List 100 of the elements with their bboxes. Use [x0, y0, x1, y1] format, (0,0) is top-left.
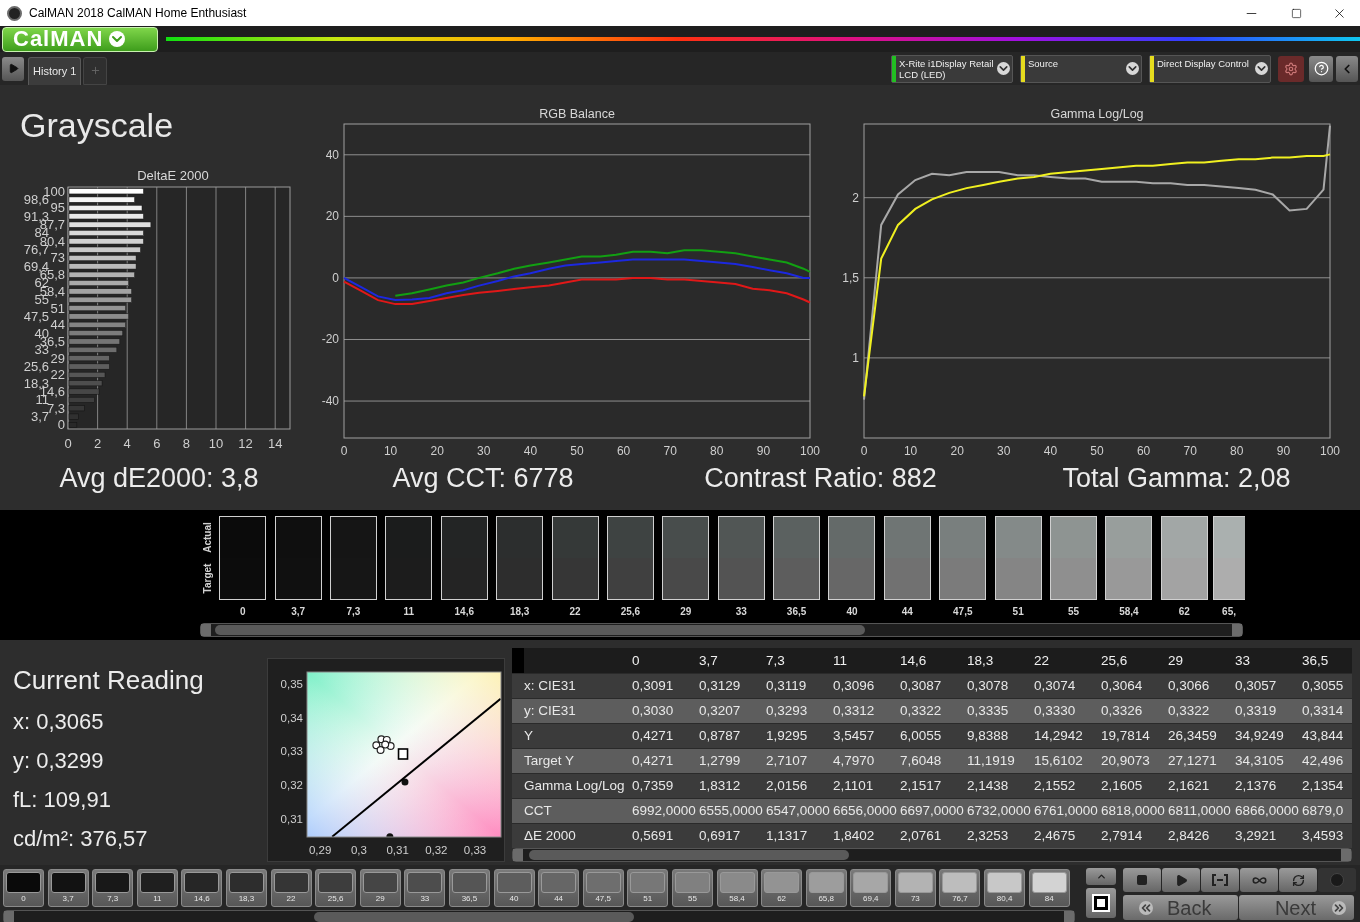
summary-stat: Contrast Ratio: 882 — [704, 462, 937, 495]
axis-label: 0,32 — [280, 778, 303, 791]
patch-button[interactable]: 76,7 — [939, 869, 981, 907]
column-header: 33 — [1235, 652, 1252, 670]
swatch-label: 7,3 — [346, 605, 361, 619]
table-cell-text: 1,9295 — [766, 727, 809, 745]
table-cell-text: 34,9249 — [1235, 727, 1285, 745]
axis-label: 0 — [332, 270, 339, 285]
patch-button[interactable]: 11 — [136, 869, 178, 907]
table-cell-text: 2,3253 — [967, 827, 1010, 845]
patch-button[interactable]: 80,4 — [984, 869, 1026, 907]
patch-button[interactable]: 18,3 — [225, 869, 267, 907]
swatch-label: 65, — [1222, 605, 1236, 619]
table-cell-text: 0,3055 — [1302, 677, 1345, 695]
axis-label: 14 — [267, 436, 283, 451]
axis-label: 6 — [153, 436, 161, 451]
dropdown-sublabel: LCD (LED) — [899, 68, 946, 80]
axis-label: 73 — [50, 250, 65, 266]
dropdown-label: Source — [1028, 57, 1060, 69]
table-cell-text: 6811,0000 — [1168, 802, 1232, 820]
reading-value: y: 0,3299 — [13, 747, 105, 775]
row-label: Gamma Log/Log — [524, 777, 626, 795]
table-cell-text: 0,3335 — [967, 702, 1010, 720]
swatch-label: 40 — [846, 605, 858, 619]
table-cell-text: 7,6048 — [900, 752, 943, 770]
table-cell-text: 6992,0000 — [632, 802, 697, 820]
column-header: 29 — [1168, 652, 1185, 670]
patch-button[interactable]: 73 — [894, 869, 936, 907]
patch-button[interactable]: 40 — [493, 869, 535, 907]
axis-label: 10 — [903, 444, 918, 458]
patch-button[interactable]: 47,5 — [582, 869, 624, 907]
table-cell-text: 2,1552 — [1034, 777, 1077, 795]
patch-button[interactable]: 69,4 — [850, 869, 892, 907]
axis-label: 30 — [477, 444, 491, 458]
swatch-label: 55 — [1068, 605, 1080, 619]
table-cell-text: 0,3087 — [900, 677, 943, 695]
table-cell-text: 0,3319 — [1235, 702, 1278, 720]
page-title: Grayscale — [20, 105, 175, 145]
axis-label: 30 — [997, 444, 1011, 458]
axis-label: 20 — [325, 209, 339, 224]
swatch-label: 18,3 — [509, 605, 530, 619]
table-cell-text: 43,844 — [1302, 727, 1345, 745]
target-label: Target — [201, 563, 214, 594]
table-cell-text: 0,3030 — [632, 702, 675, 720]
reading-title: Current Reading — [13, 664, 205, 696]
patch-button[interactable]: 84 — [1028, 869, 1070, 907]
reading-value: fL: 109,91 — [13, 786, 112, 814]
table-cell-text: 2,1376 — [1235, 777, 1278, 795]
table-cell-text: 0,3129 — [699, 677, 742, 695]
table-cell-text: 0,3314 — [1302, 702, 1345, 720]
axis-label: 0 — [860, 444, 868, 458]
patch-button[interactable]: 51 — [627, 869, 669, 907]
patch-button[interactable]: 33 — [404, 869, 446, 907]
table-cell-text: 3,2921 — [1235, 827, 1278, 845]
device-dropdown[interactable]: Source — [1020, 54, 1142, 83]
axis-label: 90 — [756, 444, 771, 458]
axis-label: 0,32 — [425, 844, 448, 856]
column-header: 22 — [1034, 652, 1051, 670]
row-label: Target Y — [524, 752, 576, 770]
axis-label: 20 — [430, 444, 444, 458]
patch-button[interactable]: 22 — [270, 869, 312, 907]
chart-title: RGB Balance — [539, 107, 615, 121]
table-cell-text: 26,3459 — [1168, 727, 1218, 745]
patch-button[interactable]: 29 — [359, 869, 401, 907]
table-cell-text: 15,6102 — [1034, 752, 1084, 770]
patch-button[interactable]: 62 — [761, 869, 803, 907]
table-cell-text: 4,7970 — [833, 752, 876, 770]
axis-label: 2 — [852, 190, 859, 205]
table-cell-text: 6,0055 — [900, 727, 943, 745]
table-cell-text: 0,3119 — [766, 677, 808, 695]
axis-label: 10 — [208, 436, 224, 451]
table-cell-text: 0,3322 — [1168, 702, 1211, 720]
patch-button[interactable]: 7,3 — [92, 869, 134, 907]
patch-button[interactable]: 3,7 — [47, 869, 89, 907]
table-cell-text: 0,3078 — [967, 677, 1010, 695]
axis-label: 0,31 — [280, 812, 303, 825]
axis-label: 0,34 — [280, 711, 303, 724]
patch-button[interactable]: 0 — [3, 869, 44, 907]
table-cell-text: 2,7914 — [1101, 827, 1144, 845]
table-cell-text: 2,4675 — [1034, 827, 1077, 845]
axis-label: 50 — [570, 444, 584, 458]
device-dropdown[interactable]: X-Rite i1Display Retail LCD (LED) — [891, 54, 1013, 83]
patch-button[interactable]: 65,8 — [805, 869, 847, 907]
table-cell-text: 6761,0000 — [1034, 802, 1099, 820]
patch-button[interactable]: 14,6 — [181, 869, 223, 907]
patch-button[interactable]: 44 — [538, 869, 580, 907]
history-tab[interactable]: History 1 — [28, 56, 82, 85]
table-cell-text: 2,0761 — [900, 827, 943, 845]
patch-button[interactable]: 58,4 — [716, 869, 758, 907]
axis-label: 90 — [1276, 444, 1291, 458]
patch-button[interactable]: 55 — [671, 869, 713, 907]
device-dropdown[interactable]: Direct Display Control — [1149, 54, 1271, 83]
patch-button[interactable]: 25,6 — [315, 869, 357, 907]
patch-button[interactable]: 36,5 — [448, 869, 490, 907]
table-cell-text: 1,1317 — [766, 827, 809, 845]
summary-stat: Avg dE2000: 3,8 — [59, 462, 259, 495]
table-cell-text: 0,3293 — [766, 702, 809, 720]
table-cell-text: 0,6917 — [699, 827, 742, 845]
axis-label: 0 — [340, 444, 348, 458]
axis-label: 0,31 — [386, 844, 409, 856]
